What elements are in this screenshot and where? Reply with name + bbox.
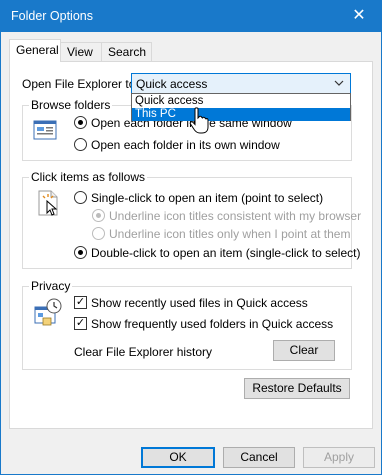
open-explorer-combobox[interactable]: Quick access [131,73,351,94]
tab-general[interactable]: General [9,39,61,62]
underline-point-label: Underline icon titles only when I point … [109,227,351,241]
restore-defaults-button[interactable]: Restore Defaults [244,378,350,399]
mouse-pointer-icon [189,107,209,135]
folder-window-icon [33,119,57,144]
own-window-radio[interactable] [74,138,87,151]
browse-folders-title: Browse folders [29,98,113,112]
underline-consistent-radio [92,209,105,222]
open-explorer-label: Open File Explorer to: [22,77,139,91]
apply-button: Apply [303,447,375,468]
single-click-radio[interactable] [74,191,87,204]
tab-search[interactable]: Search [101,42,152,62]
privacy-title: Privacy [29,279,73,293]
own-window-label[interactable]: Open each folder in its own window [91,138,280,152]
underline-point-radio [92,227,105,240]
tab-view[interactable]: View [60,42,102,62]
chevron-down-icon[interactable] [333,75,345,91]
recent-files-label[interactable]: Show recently used files in Quick access [91,296,308,310]
underline-consistent-label: Underline icon titles consistent with my… [109,209,362,223]
click-cursor-icon [35,189,63,220]
folder-options-window: Folder Options ✕ General View Search Ope… [0,0,382,475]
open-explorer-dropdown-list: Quick access This PC [131,93,351,121]
open-explorer-value: Quick access [136,77,208,91]
clear-history-button[interactable]: Clear [273,340,335,361]
double-click-label[interactable]: Double-click to open an item (single-cli… [91,246,360,260]
recent-files-checkbox[interactable]: ✓ [74,296,87,309]
cancel-button[interactable]: Cancel [223,447,295,468]
double-click-radio[interactable] [74,246,87,259]
privacy-history-icon [33,297,63,330]
title-bar[interactable]: Folder Options ✕ [1,1,381,32]
single-click-label[interactable]: Single-click to open an item (point to s… [91,191,323,205]
frequent-folders-label[interactable]: Show frequently used folders in Quick ac… [91,317,333,331]
same-window-radio[interactable] [74,116,87,129]
ok-button[interactable]: OK [141,447,215,468]
click-items-title: Click items as follows [29,170,148,184]
frequent-folders-checkbox[interactable]: ✓ [74,317,87,330]
close-icon[interactable]: ✕ [337,1,381,32]
dropdown-option-this-pc[interactable]: This PC [132,108,350,121]
window-title: Folder Options [11,9,93,23]
clear-history-label: Clear File Explorer history [74,345,213,359]
dropdown-option-quick-access[interactable]: Quick access [132,95,350,108]
